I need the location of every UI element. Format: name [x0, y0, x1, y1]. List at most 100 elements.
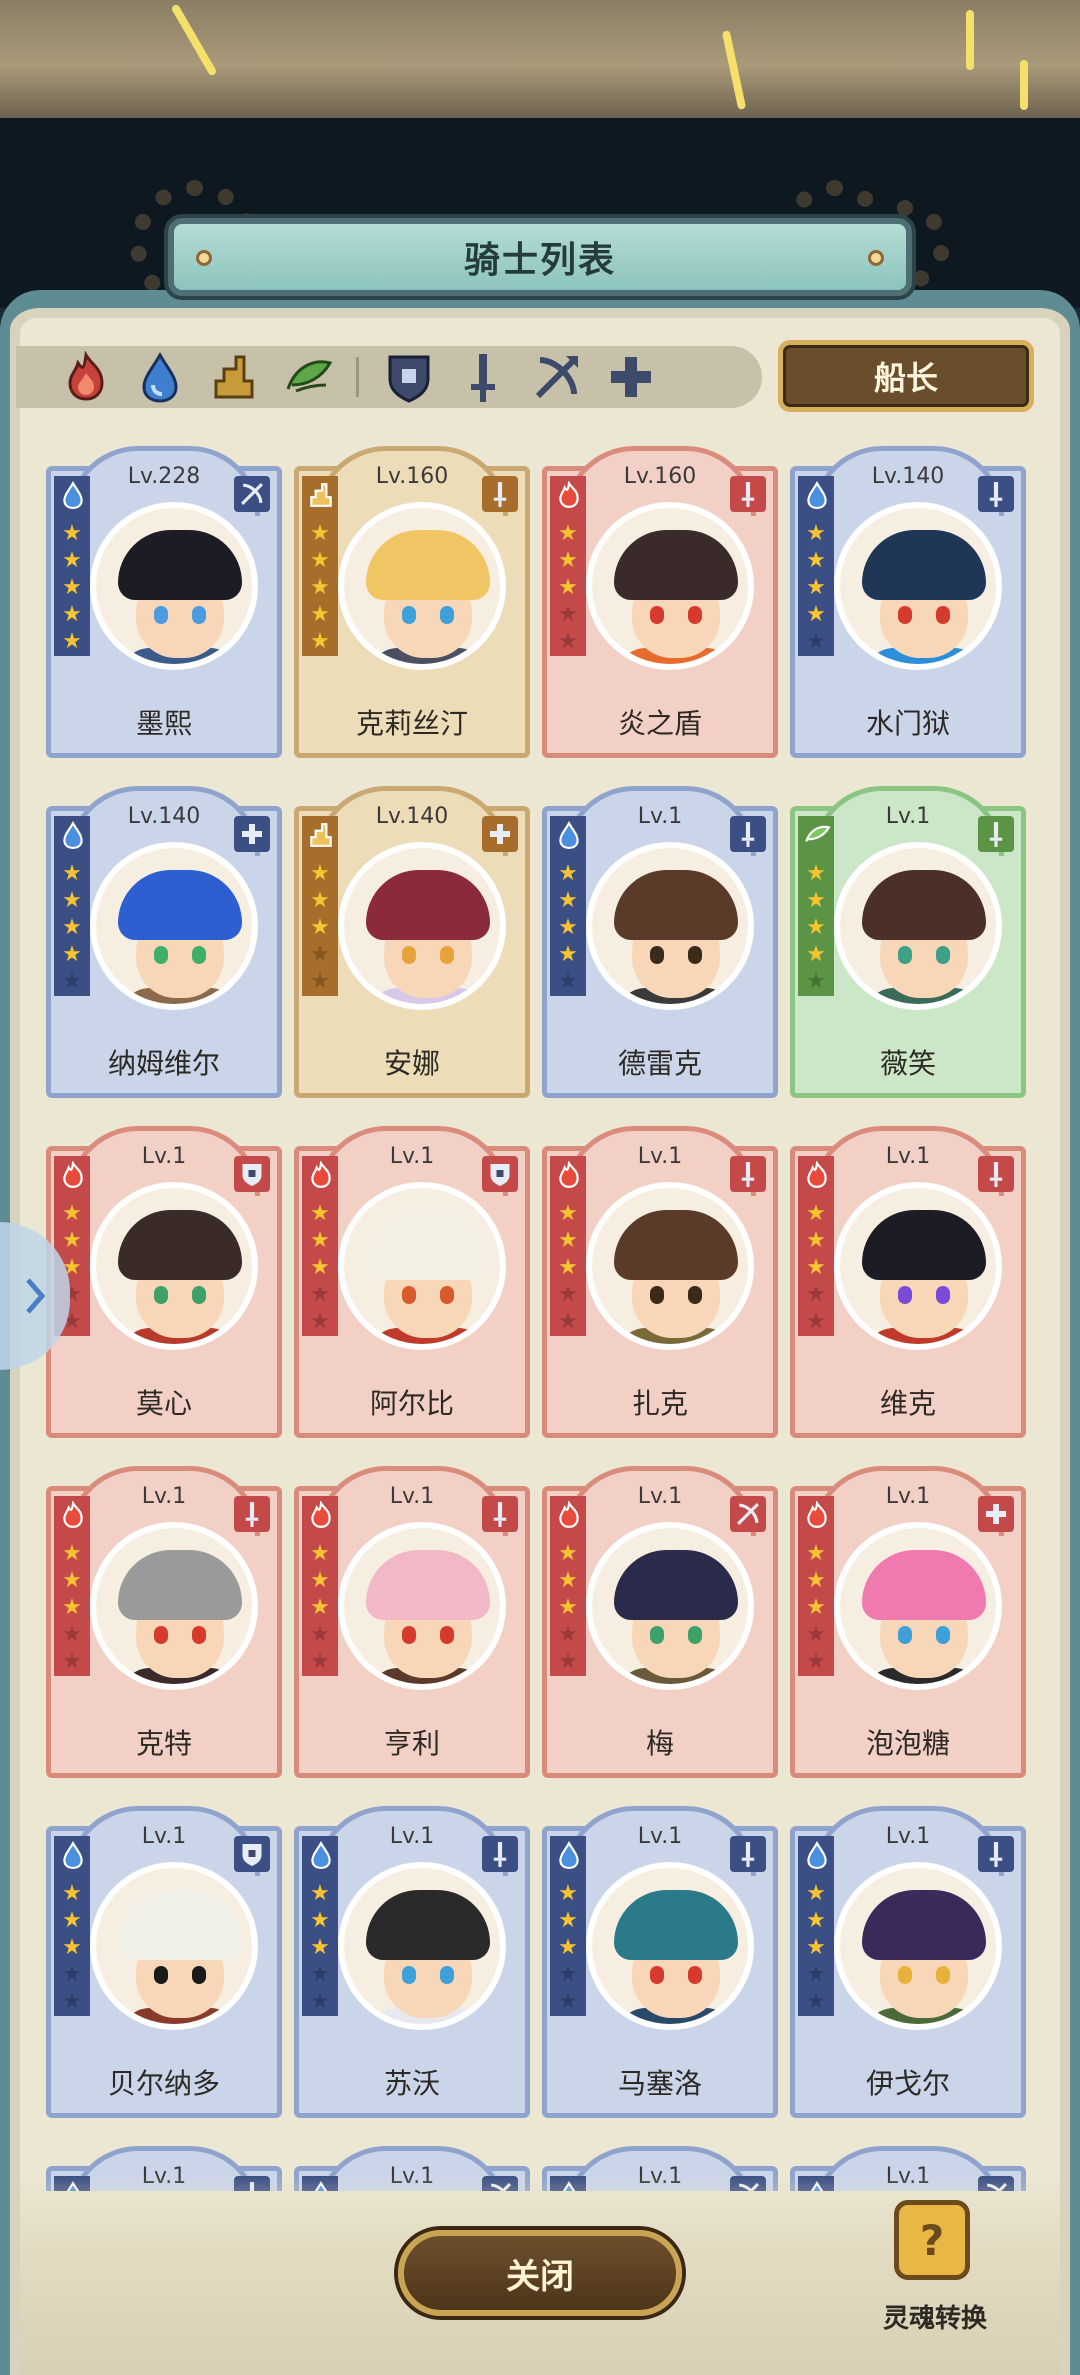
- star-icon: ★: [62, 548, 82, 573]
- knight-card[interactable]: ★ ★ ★ ★ ★ Lv.1 伊戈尔: [790, 1806, 1026, 2118]
- knight-level: Lv.1: [637, 804, 683, 829]
- star-icon: ★: [806, 1309, 826, 1334]
- wind-icon: [286, 360, 333, 393]
- knight-name: 泡泡糖: [865, 1727, 950, 1760]
- filter-fire-button[interactable]: [60, 351, 112, 403]
- star-icon: ★: [62, 1622, 82, 1647]
- star-icon: ★: [806, 1541, 826, 1566]
- portrait-eye: [192, 606, 206, 624]
- knight-card[interactable]: ★ ★ ★ ★ ★ Lv.1 阿尔比: [294, 1126, 530, 1438]
- knight-card[interactable]: ★ ★ ★ ★ ★ Lv.1 克特: [46, 1466, 282, 1778]
- filter-bow-button[interactable]: [531, 351, 583, 403]
- star-icon: ★: [558, 1649, 578, 1674]
- star-rating: ★ ★ ★ ★ ★: [804, 1540, 828, 1675]
- filter-earth-button[interactable]: [208, 351, 260, 403]
- knight-name: 阿尔比: [369, 1387, 454, 1420]
- knight-level: Lv.1: [141, 1484, 187, 1509]
- portrait-eye: [688, 606, 702, 624]
- portrait-hair: [366, 1550, 490, 1620]
- knight-grid[interactable]: ★ ★ ★ ★ ★ Lv.228 墨熙 ★ ★ ★ ★ ★ Lv.160 克莉丝汀 ★ ★ ★ ★ ★ Lv.160 炎…: [46, 446, 1036, 2191]
- portrait-eye: [898, 946, 912, 964]
- filter-divider: [356, 357, 359, 397]
- portrait-eye: [936, 1286, 950, 1304]
- knight-level: Lv.1: [885, 804, 931, 829]
- knight-card[interactable]: ★ ★ ★ ★ ★ Lv.1 梅: [542, 1466, 778, 1778]
- soul-convert-label: 灵魂转换: [882, 2304, 987, 2334]
- knight-card[interactable]: ★ ★ ★ ★ ★ Lv.160 炎之盾: [542, 446, 778, 758]
- knight-name: 莫心: [135, 1387, 192, 1420]
- knight-portrait: [834, 842, 1002, 1010]
- knight-card[interactable]: ★ ★ ★ ★ ★ Lv.1 莫心: [46, 1126, 282, 1438]
- portrait-hair: [118, 1210, 242, 1280]
- portrait-eye: [898, 1966, 912, 1984]
- star-icon: ★: [806, 1989, 826, 2014]
- fire-icon: [58, 1160, 88, 1190]
- filter-sword-button[interactable]: [457, 351, 509, 403]
- star-icon: ★: [806, 602, 826, 627]
- filter-bar: [16, 346, 762, 408]
- star-icon: ★: [310, 602, 330, 627]
- knight-card[interactable]: ★ ★ ★ ★ ★ Lv.1 苏沃: [294, 1806, 530, 2118]
- knight-name: 贝尔纳多: [107, 2067, 220, 2100]
- soul-convert-button[interactable]: ? 灵魂转换: [870, 2200, 1000, 2340]
- knight-card[interactable]: ★ ★ ★ ★ ★ Lv.228 墨熙: [46, 446, 282, 758]
- portrait-eye: [936, 1966, 950, 1984]
- star-icon: ★: [310, 1908, 330, 1933]
- portrait-eye: [192, 1966, 206, 1984]
- star-icon: ★: [558, 1228, 578, 1253]
- star-icon: ★: [62, 915, 82, 940]
- knight-portrait: [90, 842, 258, 1010]
- portrait-hair: [614, 1210, 738, 1280]
- knight-card[interactable]: ★ ★ ★ ★ ★ Lv.160 克莉丝汀: [294, 446, 530, 758]
- star-rating: ★ ★ ★ ★ ★: [308, 520, 332, 655]
- knight-card[interactable]: ★ ★ ★ ★ ★ Lv.1 德雷克: [542, 786, 778, 1098]
- portrait-hair: [118, 1550, 242, 1620]
- knight-card[interactable]: ★ ★ ★ ★ ★ Lv.140 安娜: [294, 786, 530, 1098]
- captain-button[interactable]: 船长: [778, 340, 1034, 412]
- top-sky-background: [0, 0, 1080, 118]
- knight-card[interactable]: ★ ★ ★ ★ ★ Lv.1 马塞洛: [542, 1806, 778, 2118]
- star-rating: ★ ★ ★ ★ ★: [308, 860, 332, 995]
- portrait-hair: [614, 870, 738, 940]
- star-icon: ★: [310, 629, 330, 654]
- filter-healer-button[interactable]: [605, 351, 657, 403]
- star-icon: ★: [62, 575, 82, 600]
- fire-icon: [554, 480, 584, 510]
- knight-card[interactable]: ★ ★ ★ ★ ★ Lv.1 薇笑: [790, 786, 1026, 1098]
- filter-shield-button[interactable]: [383, 351, 435, 403]
- knight-card[interactable]: ★ ★ ★ ★ ★ Lv.140 纳姆维尔: [46, 786, 282, 1098]
- close-button[interactable]: 关闭: [398, 2230, 682, 2316]
- portrait-eye: [688, 946, 702, 964]
- star-icon: ★: [558, 915, 578, 940]
- knight-card[interactable]: ★ ★ ★ ★ ★ Lv.1 贝尔纳多: [46, 1806, 282, 2118]
- star-rating: ★ ★ ★ ★ ★: [60, 860, 84, 995]
- cross-icon: [978, 1496, 1014, 1532]
- sword-icon: [471, 354, 495, 402]
- filter-water-button[interactable]: [134, 351, 186, 403]
- star-icon: ★: [62, 521, 82, 546]
- sword-icon: [730, 1836, 766, 1872]
- star-icon: ★: [806, 915, 826, 940]
- portrait-eye: [154, 1626, 168, 1644]
- star-rating: ★ ★ ★ ★ ★: [804, 1200, 828, 1335]
- portrait-eye: [402, 1626, 416, 1644]
- sword-icon: [482, 476, 518, 512]
- chevron-right-icon: [26, 1278, 46, 1314]
- sword-icon: [978, 1836, 1014, 1872]
- star-icon: ★: [310, 915, 330, 940]
- knight-card[interactable]: ★ ★ ★ ★ ★ Lv.1 维克: [790, 1126, 1026, 1438]
- star-rating: ★ ★ ★ ★ ★: [804, 860, 828, 995]
- knight-card[interactable]: ★ ★ ★ ★ ★ Lv.1 扎克: [542, 1126, 778, 1438]
- star-icon: ★: [310, 1255, 330, 1280]
- star-icon: ★: [558, 1935, 578, 1960]
- portrait-eye: [440, 1286, 454, 1304]
- star-icon: ★: [806, 969, 826, 994]
- knight-card[interactable]: ★ ★ ★ ★ ★ Lv.1 泡泡糖: [790, 1466, 1026, 1778]
- portrait-eye: [154, 1966, 168, 1984]
- filter-wind-button[interactable]: [282, 351, 334, 403]
- knight-card[interactable]: ★ ★ ★ ★ ★ Lv.140 水门狱: [790, 446, 1026, 758]
- knight-level: Lv.160: [623, 464, 697, 489]
- star-icon: ★: [310, 575, 330, 600]
- knight-card[interactable]: ★ ★ ★ ★ ★ Lv.1 亨利: [294, 1466, 530, 1778]
- knight-portrait: [586, 1182, 754, 1350]
